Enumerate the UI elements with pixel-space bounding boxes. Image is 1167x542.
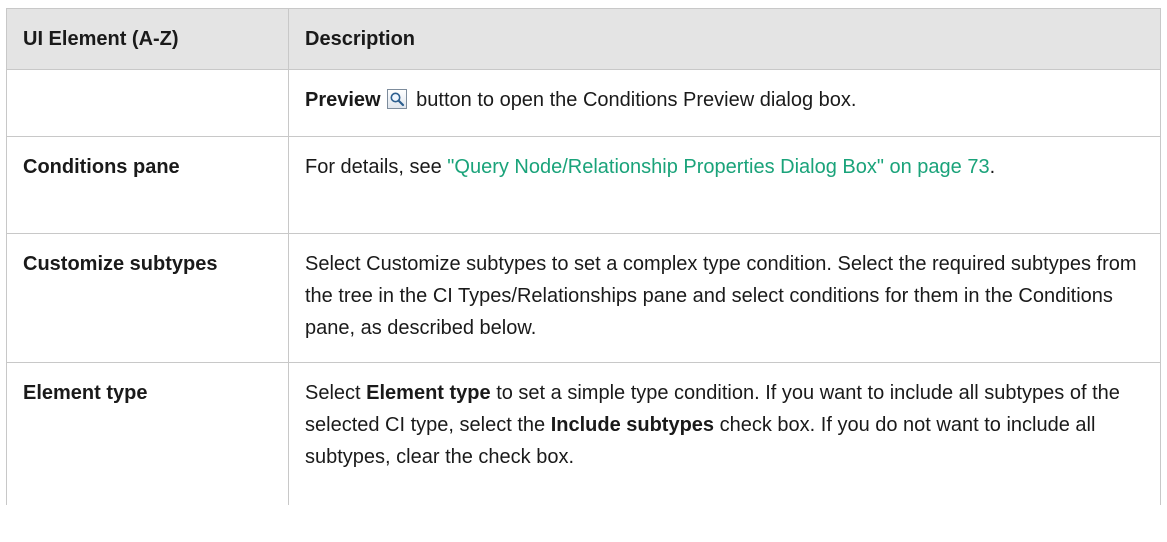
ui-element-table: UI Element (A-Z) Description Preview but… (6, 8, 1161, 505)
ui-element-name: Customize subtypes (6, 233, 289, 363)
document-page: UI Element (A-Z) Description Preview but… (0, 0, 1167, 542)
preview-description-text: button to open the Conditions Preview di… (410, 89, 857, 111)
element-type-bold: Element type (366, 382, 491, 404)
description-cell: For details, see "Query Node/Relationshi… (288, 136, 1161, 234)
table-row: Conditions pane For details, see "Query … (6, 136, 1161, 234)
ui-element-name: Conditions pane (6, 136, 289, 234)
description-cell: Preview button to open the Conditions Pr… (288, 69, 1161, 137)
description-cell: Select Element type to set a simple type… (288, 362, 1161, 505)
conditions-prefix-text: For details, see (305, 156, 448, 178)
conditions-suffix-text: . (989, 156, 996, 178)
column-header-ui-element: UI Element (A-Z) (6, 8, 289, 70)
table-header-row: UI Element (A-Z) Description (6, 8, 1161, 70)
element-text-1: Select (305, 382, 367, 404)
include-subtypes-bold: Include subtypes (550, 414, 715, 436)
ui-element-name (6, 69, 289, 137)
table-row: Element type Select Element type to set … (6, 362, 1161, 505)
ui-element-name: Element type (6, 362, 289, 505)
column-header-description: Description (288, 8, 1161, 70)
query-node-properties-link[interactable]: "Query Node/Relationship Properties Dial… (447, 156, 989, 178)
table-row: Customize subtypes Select Customize subt… (6, 233, 1161, 363)
description-cell: Select Customize subtypes to set a compl… (288, 233, 1161, 363)
table-row: Preview button to open the Conditions Pr… (6, 69, 1161, 137)
magnifier-icon (386, 89, 407, 109)
preview-label: Preview (305, 89, 381, 111)
